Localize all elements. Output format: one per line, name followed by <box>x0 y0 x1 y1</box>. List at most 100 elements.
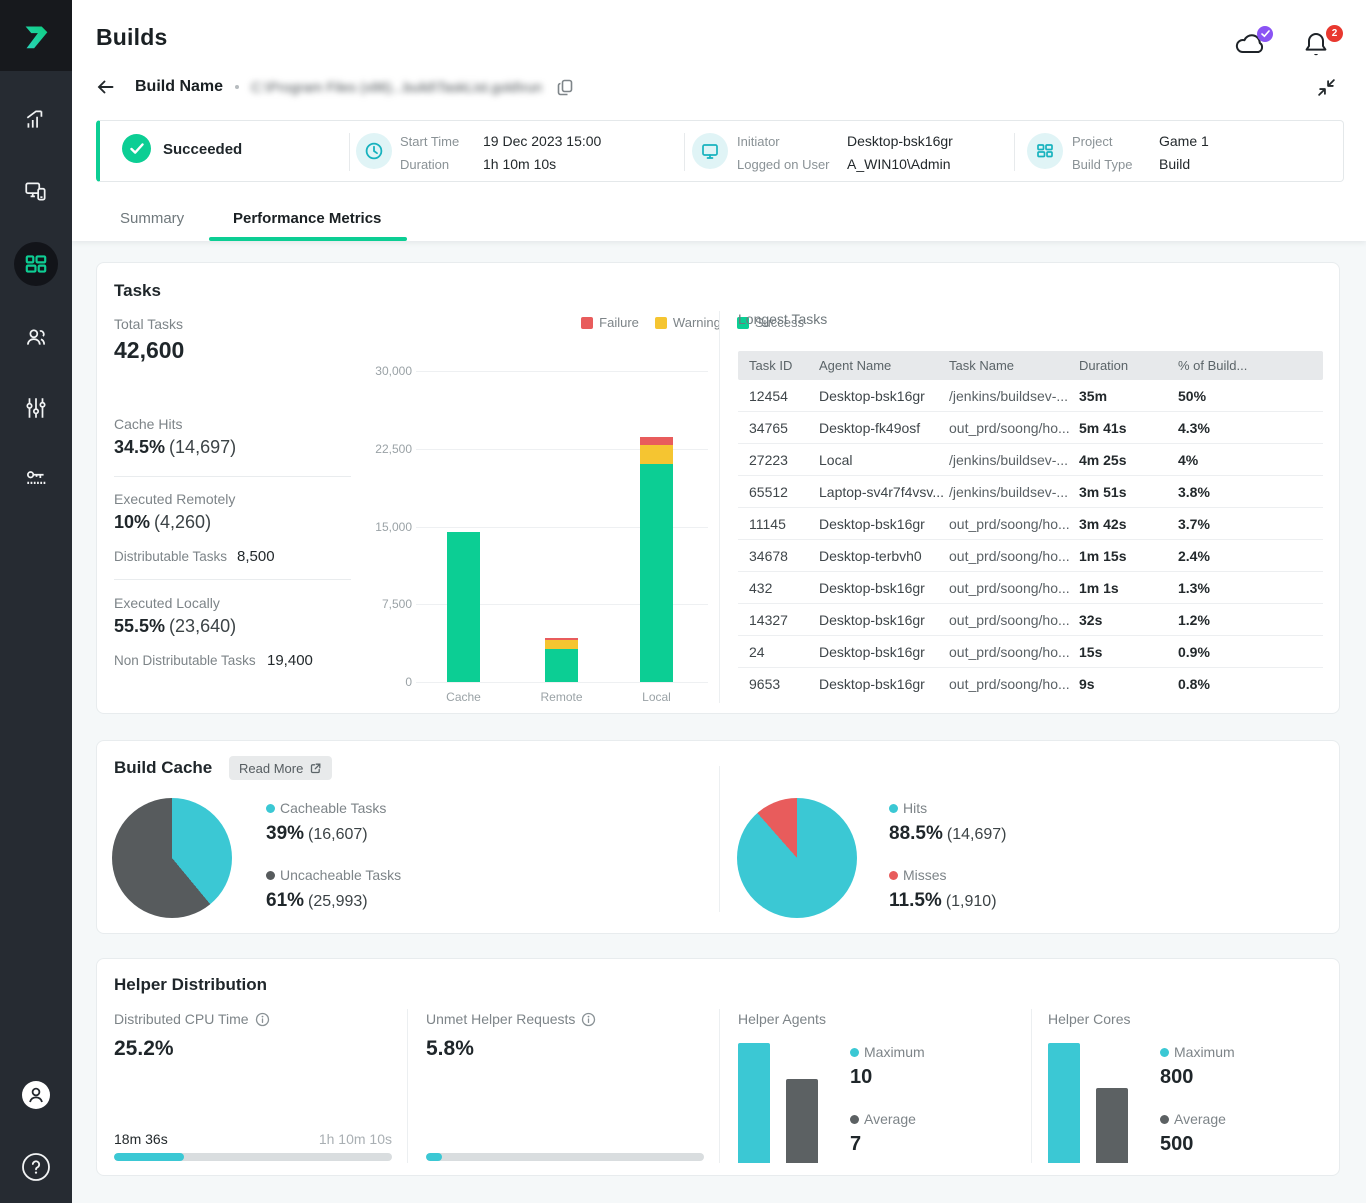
back-button[interactable] <box>96 78 115 96</box>
project-icon <box>1027 133 1063 169</box>
table-cell: 0.9% <box>1178 644 1323 660</box>
unmet-helper-requests-label: Unmet Helper Requests <box>426 1011 596 1027</box>
legend-dot <box>266 804 275 813</box>
read-more-button[interactable]: Read More <box>229 756 332 780</box>
legend-dot <box>889 871 898 880</box>
logged-on-user-label: Logged on User <box>737 157 830 172</box>
bar-segment-success <box>640 464 673 682</box>
copy-icon <box>556 78 574 97</box>
uncacheable-tasks-value: 61%(25,993) <box>266 890 368 912</box>
table-cell: 432 <box>738 580 819 596</box>
x-axis-category-label: Local <box>642 690 671 704</box>
executed-remotely-pct: 10% <box>114 512 150 532</box>
table-cell: 1.3% <box>1178 580 1323 596</box>
table-cell: 0.8% <box>1178 676 1323 692</box>
sidebar-item-dashboard[interactable] <box>14 98 58 142</box>
cacheable-tasks-value: 39%(16,607) <box>266 823 368 845</box>
legend-label: Warning <box>673 315 721 330</box>
table-row: 432Desktop-bsk16grout_prd/soong/ho...1m … <box>738 572 1323 604</box>
collapse-panel-button[interactable] <box>1317 78 1336 102</box>
table-cell: 3.7% <box>1178 516 1323 532</box>
legend-dot <box>850 1115 859 1124</box>
bar-segment-warning <box>640 445 673 465</box>
copy-button[interactable] <box>556 78 574 97</box>
chart-gridline <box>416 371 708 372</box>
info-icon[interactable] <box>581 1012 596 1027</box>
user-avatar[interactable] <box>14 1073 58 1117</box>
initiator-label: Initiator <box>737 134 780 149</box>
clock-icon <box>356 133 392 169</box>
table-row: 65512Laptop-sv4r7f4vsv.../jenkins/builds… <box>738 476 1323 508</box>
cores-maximum-value: 800 <box>1160 1066 1193 1089</box>
sidebar-item-builds[interactable] <box>14 242 58 286</box>
cache-hits-pie-chart <box>737 798 857 918</box>
divider <box>719 311 720 703</box>
executed-remotely-label: Executed Remotely <box>114 491 235 507</box>
legend-label: Failure <box>599 315 639 330</box>
build-type-label: Build Type <box>1072 157 1132 172</box>
table-row: 9653Desktop-bsk16grout_prd/soong/ho...9s… <box>738 668 1323 700</box>
misses-pct: 11.5% <box>889 890 942 911</box>
y-axis-tick-label: 22,500 <box>356 442 412 456</box>
cores-average-value: 500 <box>1160 1133 1193 1156</box>
legend-dot <box>1160 1115 1169 1124</box>
executed-remotely-value: 10%(4,260) <box>114 512 211 533</box>
tab-summary[interactable]: Summary <box>120 210 184 227</box>
notifications-button[interactable]: 2 <box>1302 30 1336 64</box>
divider <box>349 133 350 171</box>
sidebar-item-agents[interactable] <box>14 170 58 214</box>
table-header-cell: Task Name <box>949 358 1079 373</box>
sidebar-item-settings[interactable] <box>14 386 58 430</box>
misses-value: 11.5%(1,910) <box>889 890 997 912</box>
cache-hits-label: Cache Hits <box>114 416 182 432</box>
cpu-time-progress-bar <box>114 1153 392 1161</box>
collapse-arrows-icon <box>1317 78 1336 97</box>
distributable-tasks-value: 8,500 <box>237 548 275 565</box>
project-label: Project <box>1072 134 1112 149</box>
table-cell: 50% <box>1178 388 1323 404</box>
distributed-cpu-time-text: Distributed CPU Time <box>114 1011 249 1027</box>
misses-label: Misses <box>903 867 947 883</box>
table-cell: 3m 51s <box>1079 484 1178 500</box>
executed-remotely-count: (4,260) <box>154 512 211 532</box>
sidebar-item-licenses[interactable] <box>14 456 58 500</box>
chart-gridline <box>416 682 708 683</box>
tab-performance-metrics[interactable]: Performance Metrics <box>233 210 381 227</box>
y-axis-tick-label: 30,000 <box>356 364 412 378</box>
tasks-stacked-bar-chart: CacheRemoteLocal <box>416 371 708 682</box>
cloud-sync-button[interactable] <box>1234 30 1268 64</box>
helper-agents-text: Helper Agents <box>738 1011 826 1027</box>
total-tasks-label: Total Tasks <box>114 316 183 332</box>
distributed-cpu-time-label: Distributed CPU Time <box>114 1011 270 1027</box>
build-cache-card: Build Cache Read More Cacheable Tasks 39… <box>96 740 1340 934</box>
hits-pct: 88.5% <box>889 823 943 844</box>
uncacheable-tasks-label: Uncacheable Tasks <box>280 867 401 883</box>
x-axis-category-label: Cache <box>446 690 481 704</box>
cache-hits-count: (14,697) <box>169 437 236 457</box>
divider <box>1014 133 1015 171</box>
app-logo[interactable] <box>0 0 72 71</box>
table-cell: 2.4% <box>1178 548 1323 564</box>
table-cell: out_prd/soong/ho... <box>949 676 1079 692</box>
table-row: 27223Local/jenkins/buildsev-...4m 25s4% <box>738 444 1323 476</box>
distributed-cpu-time-value: 25.2% <box>114 1037 174 1061</box>
duration-value: 1h 10m 10s <box>483 156 556 172</box>
table-row: 11145Desktop-bsk16grout_prd/soong/ho...3… <box>738 508 1323 540</box>
duration-label: Duration <box>400 157 449 172</box>
sidebar-item-users[interactable] <box>14 315 58 359</box>
info-icon[interactable] <box>255 1012 270 1027</box>
y-axis-tick-label: 7,500 <box>356 597 412 611</box>
helper-cores-text: Helper Cores <box>1048 1011 1130 1027</box>
help-button[interactable] <box>14 1145 58 1189</box>
table-cell: Desktop-bsk16gr <box>819 580 949 596</box>
page: Builds 2 Build Name C:\Program Files (x8… <box>0 0 1366 1203</box>
divider <box>114 579 351 580</box>
helper-agents-label: Helper Agents <box>738 1011 826 1027</box>
users-icon <box>23 324 49 350</box>
table-cell: 15s <box>1079 644 1178 660</box>
table-cell: 32s <box>1079 612 1178 628</box>
legend-item-warning: Warning <box>655 315 721 330</box>
table-header-cell: Duration <box>1079 358 1178 373</box>
table-cell: /jenkins/buildsev-... <box>949 388 1079 404</box>
table-header-row: Task IDAgent NameTask NameDuration% of B… <box>738 351 1323 380</box>
